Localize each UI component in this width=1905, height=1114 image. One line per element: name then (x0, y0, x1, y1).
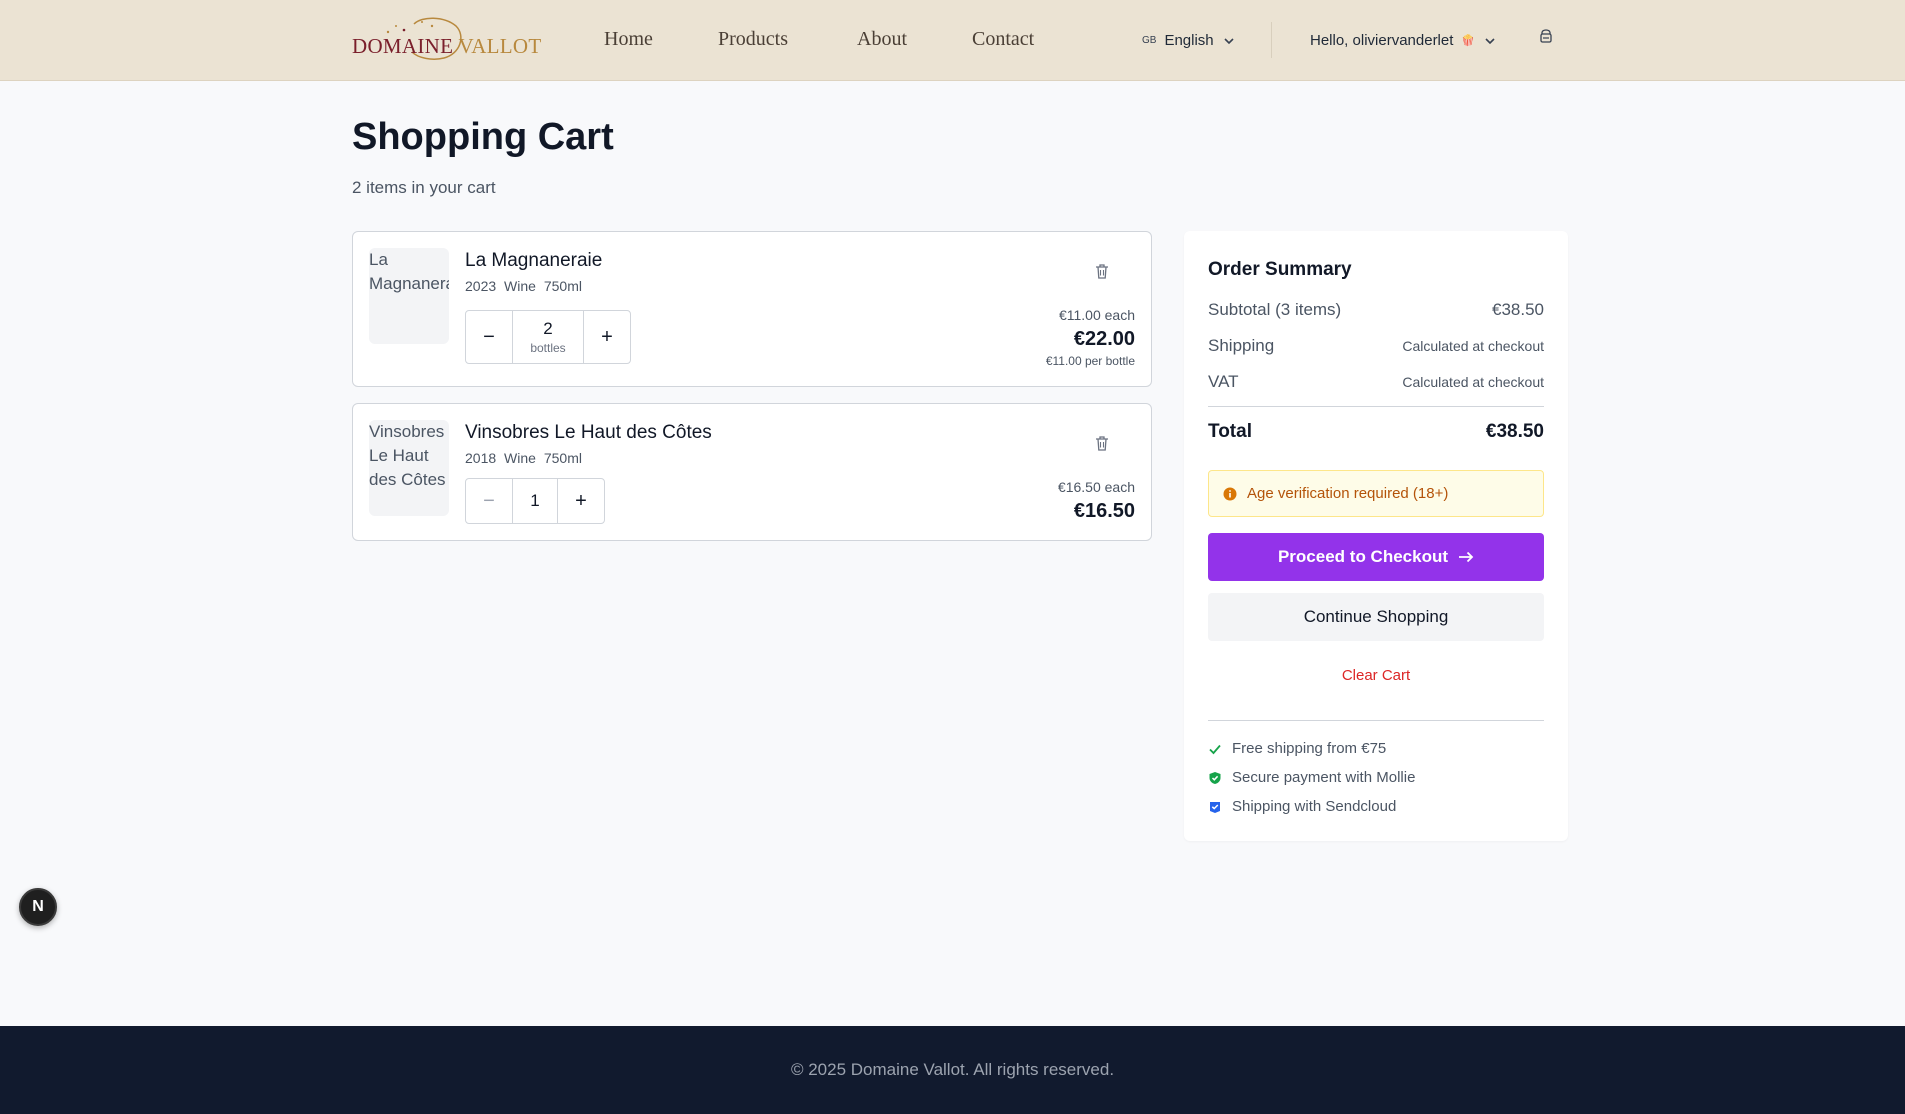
shipping-label: Shipping (1208, 336, 1275, 355)
subtotal-value: €38.50 (1492, 300, 1544, 319)
quantity-unit: bottles (530, 341, 566, 355)
price-per-bottle: €11.00 per bottle (1045, 354, 1135, 368)
total-value: €38.50 (1485, 421, 1544, 442)
flag-icon: GB (1142, 35, 1157, 46)
nav-home[interactable]: Home (604, 28, 653, 51)
continue-shopping-button[interactable]: Continue Shopping (1208, 593, 1544, 641)
site-header: DOMAINE VALLOT Home Products About Conta… (0, 0, 1905, 81)
product-meta: 2018 Wine 750ml (465, 450, 582, 466)
summary-divider (1208, 720, 1544, 721)
order-summary-title: Order Summary (1208, 259, 1352, 280)
logo-text-vallot: VALLOT (458, 34, 542, 58)
quantity-number: 2 (543, 319, 553, 338)
nav-products[interactable]: Products (718, 28, 788, 51)
total-row: Total €38.50 (1208, 421, 1544, 443)
logo-wordmark: DOMAINE VALLOT (352, 34, 542, 59)
footer-copyright: © 2025 Domaine Vallot. All rights reserv… (790, 1060, 1115, 1079)
product-image: Vinsobres Le Haut des Côtes (369, 420, 449, 516)
feature-label: Free shipping from €75 (1232, 740, 1387, 757)
feature-free-shipping: Free shipping from €75 (1208, 740, 1386, 757)
order-summary: Order Summary Subtotal (3 items) €38.50 … (1184, 231, 1568, 841)
feature-secure-payment: Secure payment with Mollie (1208, 769, 1415, 786)
decrease-quantity-button[interactable]: − (466, 311, 512, 363)
cart-item-count: 2 items in your cart (352, 178, 496, 197)
proceed-to-checkout-button[interactable]: Proceed to Checkout (1208, 533, 1544, 581)
feature-label: Secure payment with Mollie (1232, 769, 1416, 786)
product-image: La Magnaneraie (369, 248, 449, 344)
trash-icon[interactable] (1093, 434, 1111, 452)
arrow-right-icon (1459, 551, 1474, 563)
chevron-down-icon (1224, 37, 1234, 44)
total-label: Total (1208, 421, 1252, 442)
product-type: Wine (504, 278, 536, 294)
product-volume: 750ml (543, 278, 582, 294)
checkout-label: Proceed to Checkout (1277, 547, 1449, 566)
cart-item: La Magnaneraie La Magnaneraie 2023 Wine … (352, 231, 1152, 387)
user-menu[interactable]: Hello, oliviervanderlet 🍿 (1310, 32, 1497, 49)
feature-label: Shipping with Sendcloud (1232, 798, 1397, 815)
quantity-stepper: − 2 bottles + (465, 310, 631, 364)
product-meta: 2023 Wine 750ml (465, 278, 582, 294)
quantity-value: 2 bottles (512, 311, 584, 363)
logo-text-domaine: DOMAINE (352, 34, 454, 58)
feature-sendcloud-shipping: Shipping with Sendcloud (1208, 798, 1396, 815)
user-emoji: 🍿 (1461, 35, 1476, 47)
increase-quantity-button[interactable]: + (558, 479, 604, 523)
chevron-down-icon (1485, 37, 1495, 44)
cart-item: Vinsobres Le Haut des Côtes Vinsobres Le… (352, 403, 1152, 541)
check-icon (1209, 744, 1221, 754)
subtotal-row: Subtotal (3 items) €38.50 (1208, 300, 1544, 320)
cart-icon[interactable] (1538, 29, 1554, 50)
logo[interactable]: DOMAINE VALLOT (352, 14, 541, 66)
header-divider (1271, 22, 1272, 58)
vat-value: Calculated at checkout (1402, 374, 1544, 390)
site-footer: © 2025 Domaine Vallot. All rights reserv… (0, 1026, 1905, 1114)
quantity-value: 1 (512, 479, 558, 523)
dev-tools-badge[interactable]: N (19, 888, 57, 926)
user-greeting: Hello, oliviervanderlet (1310, 32, 1454, 49)
age-verification-text: Age verification required (18+) (1247, 485, 1449, 502)
summary-divider (1208, 406, 1544, 407)
product-name: La Magnaneraie (465, 250, 603, 271)
product-image-alt: Vinsobres Le Haut des Côtes (369, 422, 446, 489)
quantity-number: 1 (530, 491, 540, 510)
subtotal-label: Subtotal (3 items) (1208, 300, 1342, 319)
nav-about[interactable]: About (857, 28, 907, 51)
increase-quantity-button[interactable]: + (584, 311, 630, 363)
shield-check-icon (1209, 771, 1221, 784)
vat-row: VAT Calculated at checkout (1208, 372, 1544, 392)
product-year: 2023 (465, 278, 497, 294)
nav-contact[interactable]: Contact (972, 28, 1034, 51)
language-label: English (1164, 32, 1214, 49)
product-year: 2018 (465, 450, 497, 466)
line-total: €22.00 (1073, 328, 1135, 350)
language-selector[interactable]: GB English (1142, 32, 1236, 49)
unit-price: €11.00 each (1058, 307, 1135, 323)
product-type: Wine (504, 450, 536, 466)
product-name: Vinsobres Le Haut des Côtes (465, 422, 712, 443)
product-volume: 750ml (543, 450, 582, 466)
clear-cart-button[interactable]: Clear Cart (1208, 667, 1544, 684)
page-title: Shopping Cart (352, 116, 614, 158)
line-total: €16.50 (1073, 500, 1135, 522)
product-image-alt: La Magnaneraie (369, 250, 449, 293)
sendcloud-icon (1210, 801, 1220, 813)
decrease-quantity-button[interactable]: − (466, 479, 512, 523)
unit-price: €16.50 each (1057, 479, 1135, 495)
shipping-value: Calculated at checkout (1402, 338, 1544, 354)
age-verification-notice: Age verification required (18+) (1208, 470, 1544, 517)
quantity-stepper: − 1 + (465, 478, 605, 524)
vat-label: VAT (1208, 372, 1239, 391)
shipping-row: Shipping Calculated at checkout (1208, 336, 1544, 356)
info-icon (1223, 487, 1237, 500)
trash-icon[interactable] (1093, 262, 1111, 280)
